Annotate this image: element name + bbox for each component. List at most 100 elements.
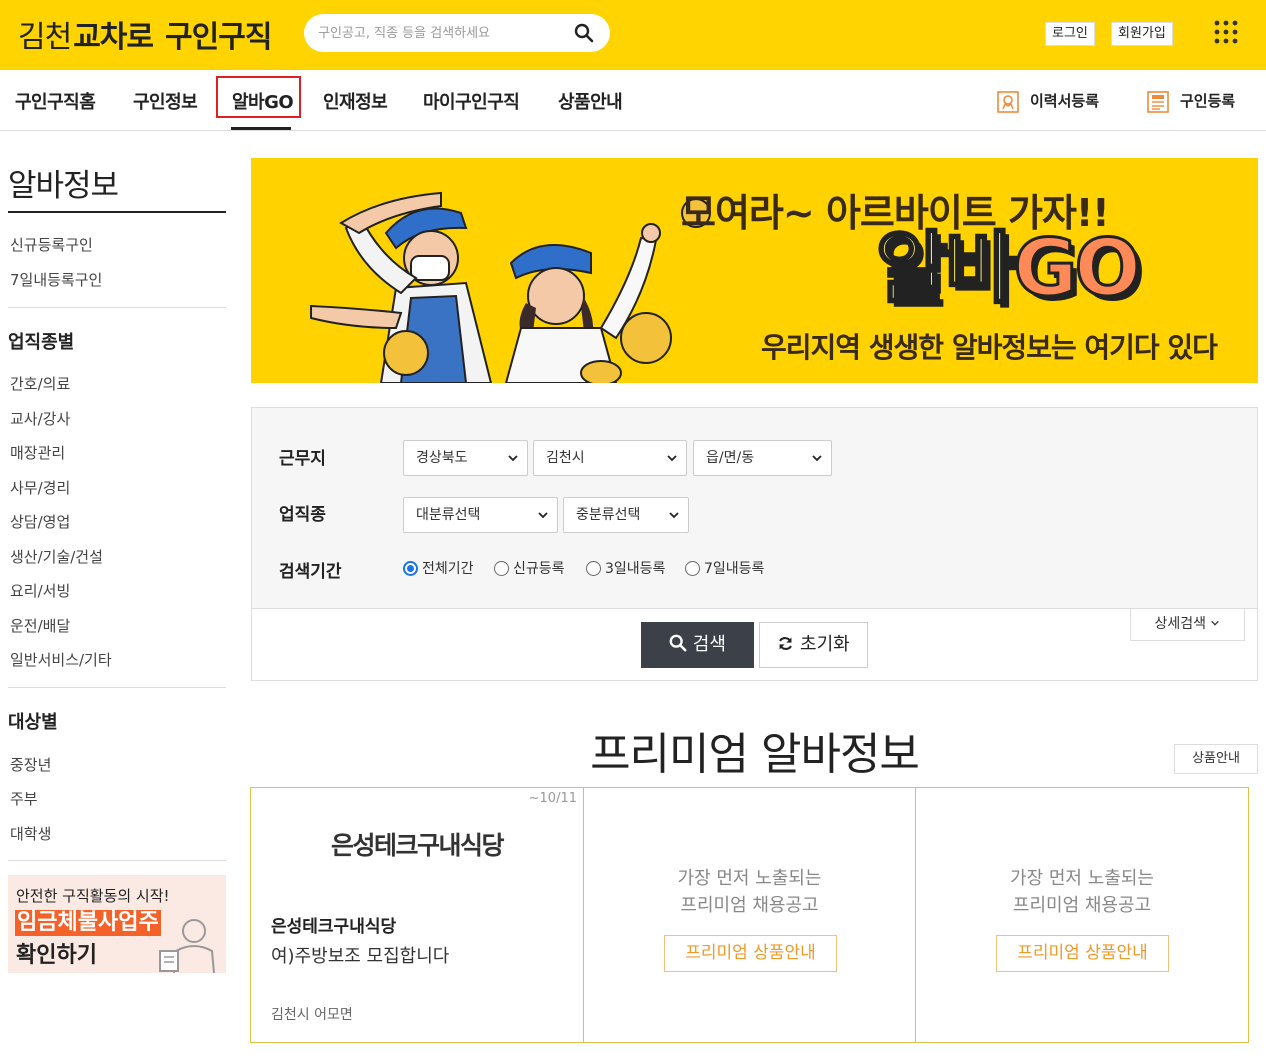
province-value: 경상북도 (416, 450, 468, 466)
reset-button[interactable]: 초기화 (759, 622, 868, 668)
detail-search-label: 상세검색 (1154, 616, 1207, 632)
sidebar-category-item[interactable]: 요리/서빙 (10, 580, 70, 601)
nav-item-talent-info[interactable]: 인재정보 (323, 88, 388, 114)
sidebar-category-item[interactable]: 상담/영업 (10, 511, 70, 532)
city-select[interactable]: 김천시 (533, 440, 687, 476)
radio-label: 7일내등록 (704, 561, 765, 577)
nav-item-products[interactable]: 상품안내 (558, 88, 623, 114)
period-radio-3day[interactable]: 3일내등록 (586, 558, 665, 578)
premium-job-card[interactable]: ~10/11 은성테크구내식당 은성테크구내식당 여)주방보조 모집합니다 김천… (250, 787, 584, 1043)
wage-arrears-banner[interactable]: 안전한 구직활동의 시작! 임금체불사업주 확인하기 (8, 875, 226, 973)
sidebar-target-heading: 대상별 (8, 712, 58, 733)
sidebar-divider (8, 687, 226, 688)
radio-unchecked (494, 561, 509, 576)
sidebar-category-item[interactable]: 간호/의료 (10, 373, 70, 394)
radio-label: 전체기간 (422, 561, 474, 577)
resume-register-link[interactable]: 이력서등록 (1030, 90, 1099, 111)
premium-product-guide-button[interactable]: 상품안내 (1174, 744, 1258, 774)
chevron-down-icon (1211, 620, 1220, 626)
chevron-down-icon (667, 455, 677, 462)
main-nav: 구인구직홈 구인정보 알바GO 인재정보 마이구인구직 상품안내 이력서등록 구… (0, 70, 1266, 131)
nav-item-my-jobs[interactable]: 마이구인구직 (423, 88, 520, 114)
sidebar-category-item[interactable]: 매장관리 (10, 442, 65, 463)
sidebar-divider (8, 307, 226, 308)
sidebar-title: 알바정보 (8, 168, 119, 204)
search-icon[interactable] (574, 23, 594, 43)
search-filters: 근무지 경상북도 김천시 읍/면/동 업직종 대분류선택 중분류선택 검색기간 … (252, 408, 1257, 609)
radio-label: 신규등록 (513, 561, 565, 577)
search-icon (669, 634, 687, 652)
district-value: 읍/면/동 (706, 450, 755, 466)
province-select[interactable]: 경상북도 (403, 440, 528, 476)
sidebar-target-item[interactable]: 주부 (10, 788, 38, 809)
card-company-name: 은성테크구내식당 (271, 917, 397, 937)
job-major-value: 대분류선택 (416, 507, 481, 523)
reset-button-label: 초기화 (800, 634, 850, 655)
premium-section-title: 프리미엄 알바정보 (590, 729, 920, 780)
radio-checked (403, 561, 418, 576)
job-post-register-link[interactable]: 구인등록 (1180, 90, 1235, 111)
all-menu-icon[interactable] (1214, 20, 1238, 44)
nav-item-job-info[interactable]: 구인정보 (133, 88, 198, 114)
period-label: 검색기간 (279, 562, 342, 582)
sidebar-category-item[interactable]: 교사/강사 (10, 408, 70, 429)
sidebar-link-new-jobs[interactable]: 신규등록구인 (10, 234, 93, 255)
sidebar-title-divider (8, 211, 226, 213)
logo-brand: 교차로 (73, 20, 154, 55)
chevron-down-icon (538, 512, 548, 519)
search-input[interactable] (318, 23, 568, 43)
search-button[interactable]: 검색 (641, 622, 754, 668)
premium-product-button[interactable]: 프리미엄 상품안내 (664, 935, 837, 972)
search-button-label: 검색 (692, 634, 726, 655)
workers-illustration (310, 191, 711, 383)
nav-item-jobs-home[interactable]: 구인구직홈 (15, 88, 96, 114)
radio-unchecked (685, 561, 700, 576)
job-type-label: 업직종 (279, 505, 326, 525)
sidebar-category-item[interactable]: 운전/배달 (10, 615, 70, 636)
sidebar-category-item[interactable]: 일반서비스/기타 (10, 649, 112, 670)
district-select[interactable]: 읍/면/동 (693, 440, 832, 476)
resume-icon (997, 91, 1019, 113)
login-button[interactable]: 로그인 (1045, 22, 1095, 46)
chevron-down-icon (508, 455, 518, 462)
nav-item-albago[interactable]: 알바GO (232, 88, 294, 114)
card-deadline: ~10/11 (528, 791, 577, 806)
radio-label: 3일내등록 (605, 561, 666, 577)
card-location: 김천시 어모면 (271, 1007, 353, 1023)
job-minor-value: 중분류선택 (576, 507, 641, 523)
albago-hero-banner[interactable]: 모여라~ 아르바이트 가자!! 알바GO 우리지역 생생한 알바정보는 여기다 … (251, 158, 1258, 383)
job-minor-select[interactable]: 중분류선택 (563, 497, 689, 533)
job-major-select[interactable]: 대분류선택 (403, 497, 558, 533)
site-logo[interactable]: 김천교차로 구인구직 (18, 12, 272, 56)
detail-search-button[interactable]: 상세검색 (1130, 609, 1245, 641)
sidebar-link-7day-jobs[interactable]: 7일내등록구인 (10, 269, 102, 290)
location-label: 근무지 (279, 449, 326, 469)
sidebar-category-item[interactable]: 생산/기술/건설 (10, 546, 103, 567)
period-radio-all[interactable]: 전체기간 (403, 558, 474, 578)
job-post-icon (1147, 91, 1169, 113)
job-search-panel: 근무지 경상북도 김천시 읍/면/동 업직종 대분류선택 중분류선택 검색기간 … (251, 407, 1258, 681)
premium-product-button[interactable]: 프리미엄 상품안내 (996, 935, 1169, 972)
card-job-title: 여)주방보조 모집합니다 (271, 946, 450, 967)
chevron-down-icon (812, 455, 822, 462)
empty-slot-line2: 프리미엄 채용공고 (1012, 895, 1152, 916)
chevron-down-icon (669, 512, 679, 519)
logo-section: 구인구직 (165, 20, 272, 55)
sidebar-target-item[interactable]: 중장년 (10, 754, 51, 775)
search-box (304, 14, 610, 52)
empty-slot-line1: 가장 먼저 노출되는 (677, 868, 822, 889)
logo-region: 김천 (18, 20, 72, 55)
signup-button[interactable]: 회원가입 (1111, 22, 1173, 46)
sidebar-target-item[interactable]: 대학생 (10, 823, 51, 844)
banner-line1: 안전한 구직활동의 시작! (16, 887, 170, 905)
hero-brand-alba: 알바 (875, 223, 1019, 316)
nav-active-underline (231, 127, 291, 130)
period-radio-7day[interactable]: 7일내등록 (685, 558, 764, 578)
premium-empty-slot: 가장 먼저 노출되는 프리미엄 채용공고 프리미엄 상품안내 (583, 787, 916, 1043)
radio-unchecked (586, 561, 601, 576)
city-value: 김천시 (546, 450, 585, 466)
empty-slot-line1: 가장 먼저 노출되는 (1010, 868, 1154, 889)
sidebar-category-item[interactable]: 사무/경리 (10, 477, 70, 498)
hero-brand-go: GO (1012, 223, 1142, 316)
period-radio-new[interactable]: 신규등록 (494, 558, 565, 578)
